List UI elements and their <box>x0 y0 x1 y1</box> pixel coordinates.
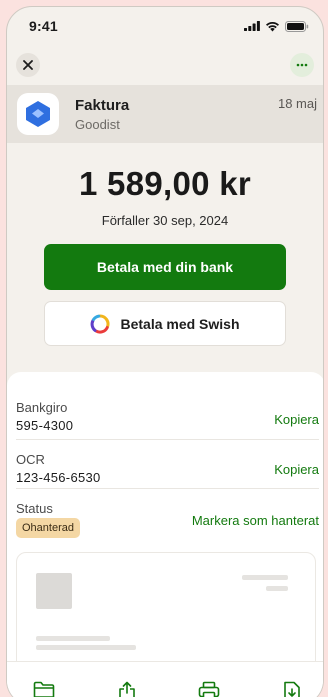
wifi-icon <box>266 21 279 31</box>
status-badge: Ohanterad <box>16 518 80 538</box>
status-bar: 9:41 <box>7 7 323 45</box>
bankgiro-label: Bankgiro <box>16 400 68 415</box>
preview-logo-placeholder <box>36 573 72 609</box>
swish-icon <box>91 314 110 334</box>
detail-row-status: Status Ohanterad Markera som hanterat <box>16 489 319 538</box>
copy-bankgiro-button[interactable]: Kopiera <box>274 412 319 427</box>
goodist-logo-icon <box>26 101 50 127</box>
pay-with-swish-button[interactable]: Betala med Swish <box>44 301 286 346</box>
due-date: Förfaller 30 sep, 2024 <box>101 213 229 228</box>
ocr-label: OCR <box>16 452 45 467</box>
ocr-value: 123-456-6530 <box>16 470 101 485</box>
status-icons <box>244 20 309 32</box>
more-icon <box>296 63 308 67</box>
folder-button[interactable] <box>33 681 55 697</box>
pay-with-bank-button[interactable]: Betala med din bank <box>44 244 286 290</box>
download-file-button[interactable] <box>283 681 301 697</box>
battery-icon <box>285 20 309 32</box>
mark-as-handled-button[interactable]: Markera som hanterat <box>192 513 319 528</box>
close-button[interactable] <box>16 53 40 77</box>
status-time: 9:41 <box>29 18 58 34</box>
print-icon <box>199 681 220 697</box>
detail-row-ocr: OCR 123-456-6530 Kopiera <box>16 440 319 489</box>
pay-with-swish-label: Betala med Swish <box>120 315 240 332</box>
close-icon <box>23 60 33 70</box>
bankgiro-value: 595-4300 <box>16 418 74 433</box>
print-button[interactable] <box>198 681 220 697</box>
share-icon <box>118 681 135 697</box>
sender-logo <box>17 93 59 135</box>
signal-icon <box>244 21 260 31</box>
download-file-icon <box>284 681 300 697</box>
top-bar <box>7 45 323 85</box>
folder-icon <box>33 681 55 697</box>
sender-subtitle: Goodist <box>75 116 120 132</box>
copy-ocr-button[interactable]: Kopiera <box>274 462 319 477</box>
preview-line <box>266 586 288 591</box>
status-label: Status <box>16 501 53 516</box>
share-button[interactable] <box>118 681 136 697</box>
detail-row-bankgiro: Bankgiro 595-4300 Kopiera <box>16 390 319 440</box>
preview-line <box>242 575 288 580</box>
invoice-amount: 1 589,00 kr <box>78 165 252 202</box>
preview-line <box>36 645 136 650</box>
payment-details-sheet: Bankgiro 595-4300 Kopiera OCR 123-456-65… <box>7 372 323 697</box>
sender-card: Faktura Goodist 18 maj <box>7 85 323 143</box>
invoice-date: 18 maj <box>277 96 317 111</box>
phone-frame: 9:41 Faktura Goodist 18 maj 1 589,00 kr … <box>6 6 324 697</box>
more-button[interactable] <box>290 53 314 77</box>
bottom-toolbar <box>7 661 323 697</box>
preview-line <box>36 636 110 641</box>
